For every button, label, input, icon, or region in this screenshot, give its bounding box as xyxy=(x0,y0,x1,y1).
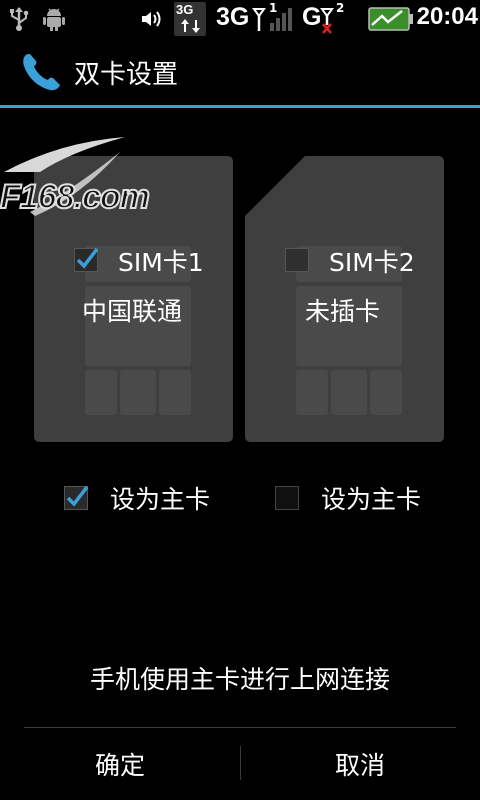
sim1-carrier: 中国联通 xyxy=(82,297,183,326)
cancel-button[interactable]: 取消 xyxy=(240,728,480,800)
sim2-primary-label: 设为主卡 xyxy=(321,485,422,514)
android-debug-icon xyxy=(43,8,65,31)
network-type-3g: 3G xyxy=(216,3,250,31)
network-type-g: G xyxy=(302,3,322,31)
sim1-enable-checkbox[interactable] xyxy=(74,247,99,272)
sim2-primary-checkbox[interactable] xyxy=(275,486,299,510)
data-connection-note: 手机使用主卡进行上网连接 xyxy=(89,665,390,694)
sim1-label: SIM卡1 xyxy=(118,248,204,277)
sim2-label: SIM卡2 xyxy=(329,248,415,277)
sim1-primary-checkbox[interactable] xyxy=(64,485,89,510)
volume-icon xyxy=(142,11,161,27)
sim1-primary-row[interactable]: 设为主卡 xyxy=(64,480,264,514)
phone-icon xyxy=(23,54,60,91)
sim2-carrier: 未插卡 xyxy=(305,297,381,326)
sim2-enable-checkbox[interactable] xyxy=(285,248,309,272)
ok-button[interactable]: 确定 xyxy=(0,728,240,800)
data-3g-icon: 3G xyxy=(174,2,206,36)
sim2-primary-row[interactable]: 设为主卡 xyxy=(275,480,475,514)
signal-sim2-index: 2 xyxy=(336,1,345,15)
usb-icon xyxy=(10,7,29,31)
title-bar: 双卡设置 xyxy=(0,38,480,106)
signal-sim1-index: 1 xyxy=(269,1,278,15)
page-title: 双卡设置 xyxy=(74,60,179,90)
sim1-primary-label: 设为主卡 xyxy=(110,485,211,514)
status-bar: 3G 3G 1 G 2 20:04 xyxy=(0,0,480,38)
signal-sim2-icon xyxy=(320,8,334,34)
battery-charging-icon xyxy=(368,7,413,31)
watermark-logo: F168.com xyxy=(0,132,160,222)
sim-card-2[interactable]: SIM卡2 未插卡 xyxy=(245,156,444,442)
title-divider xyxy=(0,105,480,108)
clock: 20:04 xyxy=(416,3,478,30)
